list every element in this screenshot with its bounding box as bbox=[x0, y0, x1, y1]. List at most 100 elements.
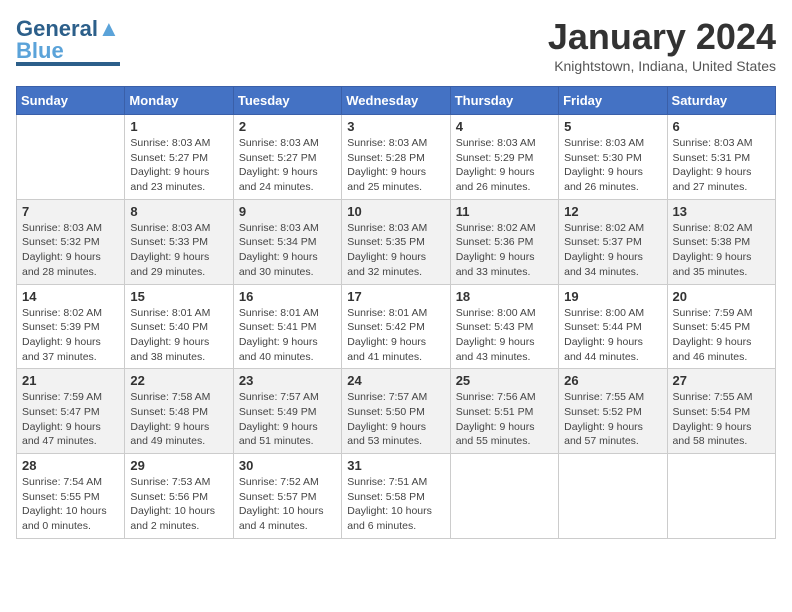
day-info: Sunrise: 7:51 AMSunset: 5:58 PMDaylight:… bbox=[347, 475, 444, 534]
header-row: SundayMondayTuesdayWednesdayThursdayFrid… bbox=[17, 87, 776, 115]
day-cell: 29 Sunrise: 7:53 AMSunset: 5:56 PMDayligh… bbox=[125, 454, 233, 539]
day-info: Sunrise: 8:03 AMSunset: 5:30 PMDaylight:… bbox=[564, 136, 661, 195]
col-header-saturday: Saturday bbox=[667, 87, 775, 115]
day-info: Sunrise: 8:03 AMSunset: 5:28 PMDaylight:… bbox=[347, 136, 444, 195]
logo-blue-text: Blue bbox=[16, 42, 64, 60]
col-header-sunday: Sunday bbox=[17, 87, 125, 115]
week-row-3: 14Sunrise: 8:02 AMSunset: 5:39 PMDayligh… bbox=[17, 284, 776, 369]
day-number: 4 bbox=[456, 119, 553, 134]
day-cell: 23 Sunrise: 7:57 AMSunset: 5:49 PMDayligh… bbox=[233, 369, 341, 454]
day-info: Sunrise: 7:59 AMSunset: 5:45 PMDaylight:… bbox=[673, 306, 770, 365]
week-row-4: 21 Sunrise: 7:59 AMSunset: 5:47 PMDayligh… bbox=[17, 369, 776, 454]
day-info: Sunrise: 8:03 AMSunset: 5:27 PMDaylight:… bbox=[239, 136, 336, 195]
col-header-thursday: Thursday bbox=[450, 87, 558, 115]
day-number: 22 bbox=[130, 373, 227, 388]
col-header-friday: Friday bbox=[559, 87, 667, 115]
day-info: Sunrise: 7:56 AMSunset: 5:51 PMDaylight:… bbox=[456, 390, 553, 449]
day-cell: 1 Sunrise: 8:03 AMSunset: 5:27 PMDaylight… bbox=[125, 115, 233, 200]
day-number: 5 bbox=[564, 119, 661, 134]
day-info: Sunrise: 7:57 AMSunset: 5:50 PMDaylight:… bbox=[347, 390, 444, 449]
week-row-1: 1 Sunrise: 8:03 AMSunset: 5:27 PMDaylight… bbox=[17, 115, 776, 200]
logo-bird-icon: ▲ bbox=[98, 16, 120, 42]
day-info: Sunrise: 8:02 AMSunset: 5:37 PMDaylight:… bbox=[564, 221, 661, 280]
day-number: 28 bbox=[22, 458, 119, 473]
day-number: 13 bbox=[673, 204, 770, 219]
day-number: 11 bbox=[456, 204, 553, 219]
day-info: Sunrise: 8:02 AMSunset: 5:38 PMDaylight:… bbox=[673, 221, 770, 280]
day-number: 12 bbox=[564, 204, 661, 219]
day-info: Sunrise: 8:02 AMSunset: 5:36 PMDaylight:… bbox=[456, 221, 553, 280]
day-info: Sunrise: 7:58 AMSunset: 5:48 PMDaylight:… bbox=[130, 390, 227, 449]
day-info: Sunrise: 8:03 AMSunset: 5:35 PMDaylight:… bbox=[347, 221, 444, 280]
day-cell: 12 Sunrise: 8:02 AMSunset: 5:37 PMDayligh… bbox=[559, 199, 667, 284]
day-cell: 13 Sunrise: 8:02 AMSunset: 5:38 PMDayligh… bbox=[667, 199, 775, 284]
day-info: Sunrise: 8:03 AMSunset: 5:27 PMDaylight:… bbox=[130, 136, 227, 195]
day-info: Sunrise: 8:00 AMSunset: 5:44 PMDaylight:… bbox=[564, 306, 661, 365]
day-cell: 24 Sunrise: 7:57 AMSunset: 5:50 PMDayligh… bbox=[342, 369, 450, 454]
day-info: Sunrise: 7:53 AMSunset: 5:56 PMDaylight:… bbox=[130, 475, 227, 534]
day-cell: 28 Sunrise: 7:54 AMSunset: 5:55 PMDayligh… bbox=[17, 454, 125, 539]
day-cell: 4Sunrise: 8:03 AMSunset: 5:29 PMDaylight… bbox=[450, 115, 558, 200]
day-cell: 14Sunrise: 8:02 AMSunset: 5:39 PMDayligh… bbox=[17, 284, 125, 369]
day-cell bbox=[559, 454, 667, 539]
day-number: 7 bbox=[22, 204, 119, 219]
day-cell: 31 Sunrise: 7:51 AMSunset: 5:58 PMDayligh… bbox=[342, 454, 450, 539]
calendar-table: SundayMondayTuesdayWednesdayThursdayFrid… bbox=[16, 86, 776, 539]
day-number: 15 bbox=[130, 289, 227, 304]
day-cell: 27 Sunrise: 7:55 AMSunset: 5:54 PMDayligh… bbox=[667, 369, 775, 454]
day-cell bbox=[450, 454, 558, 539]
day-cell: 19Sunrise: 8:00 AMSunset: 5:44 PMDayligh… bbox=[559, 284, 667, 369]
day-number: 9 bbox=[239, 204, 336, 219]
day-number: 8 bbox=[130, 204, 227, 219]
logo-divider bbox=[16, 62, 120, 66]
day-cell: 15 Sunrise: 8:01 AMSunset: 5:40 PMDayligh… bbox=[125, 284, 233, 369]
day-number: 23 bbox=[239, 373, 336, 388]
day-info: Sunrise: 7:54 AMSunset: 5:55 PMDaylight:… bbox=[22, 475, 119, 534]
col-header-tuesday: Tuesday bbox=[233, 87, 341, 115]
day-info: Sunrise: 7:55 AMSunset: 5:52 PMDaylight:… bbox=[564, 390, 661, 449]
day-number: 18 bbox=[456, 289, 553, 304]
day-number: 27 bbox=[673, 373, 770, 388]
day-cell: 10 Sunrise: 8:03 AMSunset: 5:35 PMDayligh… bbox=[342, 199, 450, 284]
day-info: Sunrise: 7:55 AMSunset: 5:54 PMDaylight:… bbox=[673, 390, 770, 449]
day-cell: 22 Sunrise: 7:58 AMSunset: 5:48 PMDayligh… bbox=[125, 369, 233, 454]
day-number: 29 bbox=[130, 458, 227, 473]
day-number: 16 bbox=[239, 289, 336, 304]
day-number: 26 bbox=[564, 373, 661, 388]
day-cell bbox=[667, 454, 775, 539]
day-info: Sunrise: 8:03 AMSunset: 5:34 PMDaylight:… bbox=[239, 221, 336, 280]
day-cell: 9 Sunrise: 8:03 AMSunset: 5:34 PMDaylight… bbox=[233, 199, 341, 284]
day-info: Sunrise: 8:01 AMSunset: 5:42 PMDaylight:… bbox=[347, 306, 444, 365]
day-info: Sunrise: 8:03 AMSunset: 5:33 PMDaylight:… bbox=[130, 221, 227, 280]
week-row-2: 7Sunrise: 8:03 AMSunset: 5:32 PMDaylight… bbox=[17, 199, 776, 284]
day-cell bbox=[17, 115, 125, 200]
day-cell: 3 Sunrise: 8:03 AMSunset: 5:28 PMDaylight… bbox=[342, 115, 450, 200]
day-info: Sunrise: 8:01 AMSunset: 5:41 PMDaylight:… bbox=[239, 306, 336, 365]
day-cell: 18 Sunrise: 8:00 AMSunset: 5:43 PMDayligh… bbox=[450, 284, 558, 369]
day-info: Sunrise: 8:00 AMSunset: 5:43 PMDaylight:… bbox=[456, 306, 553, 365]
day-number: 20 bbox=[673, 289, 770, 304]
day-cell: 16 Sunrise: 8:01 AMSunset: 5:41 PMDayligh… bbox=[233, 284, 341, 369]
day-info: Sunrise: 8:01 AMSunset: 5:40 PMDaylight:… bbox=[130, 306, 227, 365]
day-number: 17 bbox=[347, 289, 444, 304]
day-number: 31 bbox=[347, 458, 444, 473]
day-cell: 21 Sunrise: 7:59 AMSunset: 5:47 PMDayligh… bbox=[17, 369, 125, 454]
day-cell: 30Sunrise: 7:52 AMSunset: 5:57 PMDayligh… bbox=[233, 454, 341, 539]
day-info: Sunrise: 7:57 AMSunset: 5:49 PMDaylight:… bbox=[239, 390, 336, 449]
logo: General ▲ Blue bbox=[16, 16, 120, 66]
day-info: Sunrise: 8:02 AMSunset: 5:39 PMDaylight:… bbox=[22, 306, 119, 365]
day-number: 24 bbox=[347, 373, 444, 388]
day-info: Sunrise: 7:59 AMSunset: 5:47 PMDaylight:… bbox=[22, 390, 119, 449]
page-header: General ▲ Blue January 2024 Knightstown,… bbox=[16, 16, 776, 74]
day-number: 1 bbox=[130, 119, 227, 134]
day-number: 2 bbox=[239, 119, 336, 134]
day-cell: 26 Sunrise: 7:55 AMSunset: 5:52 PMDayligh… bbox=[559, 369, 667, 454]
day-number: 3 bbox=[347, 119, 444, 134]
day-cell: 11 Sunrise: 8:02 AMSunset: 5:36 PMDayligh… bbox=[450, 199, 558, 284]
location-subtitle: Knightstown, Indiana, United States bbox=[548, 58, 776, 74]
day-number: 10 bbox=[347, 204, 444, 219]
title-section: January 2024 Knightstown, Indiana, Unite… bbox=[548, 16, 776, 74]
day-number: 25 bbox=[456, 373, 553, 388]
day-number: 21 bbox=[22, 373, 119, 388]
day-cell: 7Sunrise: 8:03 AMSunset: 5:32 PMDaylight… bbox=[17, 199, 125, 284]
